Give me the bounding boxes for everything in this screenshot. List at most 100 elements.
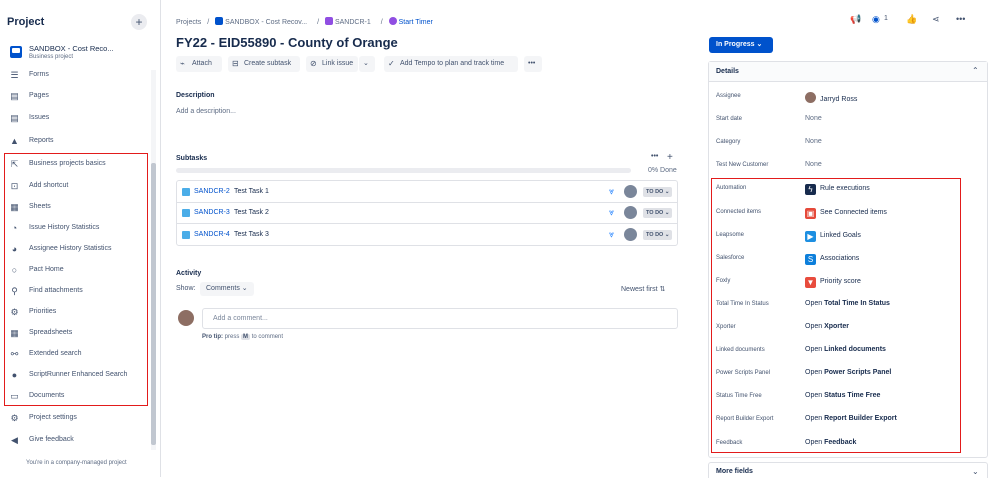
more-fields-label: More fields xyxy=(716,468,753,475)
link-icon: ⊘ xyxy=(310,59,317,68)
create-subtask-button[interactable]: ⊟ Create subtask xyxy=(228,56,300,72)
description-field[interactable]: Add a description... xyxy=(176,108,236,115)
subtask-summary[interactable]: Test Task 3 xyxy=(234,231,269,238)
description-label: Description xyxy=(176,92,215,99)
more-icon[interactable]: ••• xyxy=(956,14,965,24)
breadcrumb-sep: / xyxy=(380,19,383,26)
like-icon[interactable]: 👍 xyxy=(906,14,917,25)
subtask-type-icon xyxy=(182,188,190,196)
subtask-key[interactable]: SANDCR-2 xyxy=(194,188,230,195)
sidebar-item-label: Pages xyxy=(29,92,49,99)
subtask-summary[interactable]: Test Task 1 xyxy=(234,188,269,195)
subtask-key[interactable]: SANDCR-3 xyxy=(194,209,230,216)
subtask-icon: ⊟ xyxy=(232,59,239,68)
project-avatar-icon xyxy=(10,46,22,58)
assignee-avatar[interactable] xyxy=(624,227,637,241)
sidebar-item-0[interactable]: ☰ Forms xyxy=(0,66,150,86)
show-label: Show: xyxy=(176,285,196,292)
timer-icon xyxy=(388,17,397,25)
current-user-avatar xyxy=(178,310,194,326)
priority-lowest-icon: ⩔ xyxy=(609,228,615,239)
field-value[interactable]: Jarryd Ross xyxy=(805,92,857,103)
link-issue-button[interactable]: ⊘ Link issue xyxy=(306,56,358,72)
subtask-key[interactable]: SANDCR-4 xyxy=(194,231,230,238)
breadcrumb-issue[interactable]: SANDCR-1 xyxy=(324,17,375,26)
subtasks-more-icon[interactable]: ••• xyxy=(651,153,658,160)
sidebar-item-3[interactable]: ▲ Reports xyxy=(0,132,150,152)
create-button[interactable]: + xyxy=(131,14,147,30)
sidebar-item-label: Forms xyxy=(29,71,49,78)
sidebar-item-2[interactable]: ▤ Issues xyxy=(0,109,150,129)
chevron-down-icon: ⌄ xyxy=(972,467,979,476)
sidebar-item-label: Issues xyxy=(29,114,50,121)
tempo-button[interactable]: ✓ Add Tempo to plan and track time xyxy=(384,56,518,72)
field-value[interactable]: None xyxy=(805,138,822,145)
subtask-row[interactable]: SANDCR-2 Test Task 1 ⩔ TO DO ⌄ xyxy=(177,181,677,203)
sidebar-item-label: Project settings xyxy=(29,414,77,421)
watch-icon[interactable]: ◉ xyxy=(872,14,880,25)
breadcrumb-project[interactable]: SANDBOX - Cost Recov... xyxy=(215,17,311,26)
field-label: Assignee xyxy=(716,93,741,99)
issues-icon: ▤ xyxy=(10,113,19,123)
more-fields-section[interactable]: More fields ⌄ xyxy=(708,462,988,478)
subtasks-list: SANDCR-2 Test Task 1 ⩔ TO DO ⌄ SANDCR-3 Test … xyxy=(176,180,678,246)
sidebar-item-label: Reports xyxy=(29,137,54,144)
status-badge[interactable]: TO DO ⌄ xyxy=(643,208,673,219)
status-badge[interactable]: TO DO ⌄ xyxy=(643,229,673,240)
details-header[interactable]: Details ⌃ xyxy=(709,62,987,82)
field-row: Start date None xyxy=(709,109,987,132)
reports-icon: ▲ xyxy=(10,136,19,146)
field-value[interactable]: None xyxy=(805,161,822,168)
gear-icon: ⚙ xyxy=(10,413,19,423)
sidebar-footer: You're in a company-managed project xyxy=(26,460,127,466)
sidebar-scrollbar[interactable] xyxy=(151,70,156,450)
scrollbar-thumb[interactable] xyxy=(151,163,156,445)
issue-main: Projects / SANDBOX - Cost Recov... / SAN… xyxy=(162,0,702,477)
chevron-down-icon: ⌄ xyxy=(241,285,248,292)
share-icon[interactable]: ⋖ xyxy=(932,14,940,25)
more-icon: ••• xyxy=(528,60,536,67)
assignee-avatar[interactable] xyxy=(624,206,637,220)
sort-icon: ⇅ xyxy=(659,286,666,293)
sidebar-item-label: Give feedback xyxy=(29,436,74,443)
activity-filter-dropdown[interactable]: Comments ⌄ xyxy=(200,282,254,296)
field-row: Category None xyxy=(709,132,987,155)
field-row: Assignee Jarryd Ross xyxy=(709,86,987,109)
project-type: Business project xyxy=(29,54,74,60)
field-value[interactable]: None xyxy=(805,115,822,122)
megaphone-icon[interactable]: 📢 xyxy=(850,14,861,25)
pages-icon: ▤ xyxy=(10,91,19,101)
pro-tip: Pro tip: press M to comment xyxy=(202,334,284,340)
subtasks-label: Subtasks xyxy=(176,155,208,162)
subtask-summary[interactable]: Test Task 2 xyxy=(234,209,269,216)
sidebar-item-1[interactable]: ▤ Pages xyxy=(0,87,150,107)
chevron-down-icon: ⌄ xyxy=(363,60,369,67)
sidebar-item-16[interactable]: ⚙ Project settings xyxy=(0,409,150,429)
chevron-down-icon: ⌄ xyxy=(756,41,763,48)
subtask-type-icon xyxy=(182,209,190,218)
issue-title[interactable]: FY22 - EID55890 - County of Orange xyxy=(176,35,398,50)
start-timer-link[interactable]: Start Timer xyxy=(388,17,437,26)
add-subtask-icon[interactable]: + xyxy=(667,152,673,163)
status-badge[interactable]: TO DO ⌄ xyxy=(643,187,673,197)
field-label: Category xyxy=(716,139,741,146)
sidebar-item-17[interactable]: ◀ Give feedback xyxy=(0,431,150,451)
forms-icon: ☰ xyxy=(10,70,19,80)
subtask-row[interactable]: SANDCR-4 Test Task 3 ⩔ TO DO ⌄ xyxy=(177,224,677,246)
link-dropdown-button[interactable]: ⌄ xyxy=(359,56,375,72)
attach-button[interactable]: ⌁ Attach xyxy=(176,56,222,72)
status-dropdown[interactable]: In Progress ⌄ xyxy=(709,37,773,53)
assignee-avatar[interactable] xyxy=(624,185,637,198)
assignee-avatar xyxy=(805,92,816,103)
comment-input[interactable]: Add a comment... xyxy=(202,308,678,329)
subtask-row[interactable]: SANDCR-3 Test Task 2 ⩔ TO DO ⌄ xyxy=(177,202,677,225)
project-name: SANDBOX - Cost Reco... xyxy=(29,44,114,53)
priority-lowest-icon: ⩔ xyxy=(609,207,615,218)
sort-toggle[interactable]: Newest first ⇅ xyxy=(621,285,665,293)
issue-header-actions: 📢 ◉ 1 👍 ⋖ ••• xyxy=(850,14,996,28)
epic-icon xyxy=(324,17,333,25)
subtasks-progress-text: 0% Done xyxy=(648,167,677,174)
breadcrumb: Projects / SANDBOX - Cost Recov... / SAN… xyxy=(176,17,441,26)
more-actions-button[interactable]: ••• xyxy=(524,56,542,72)
breadcrumb-projects[interactable]: Projects xyxy=(176,19,201,26)
